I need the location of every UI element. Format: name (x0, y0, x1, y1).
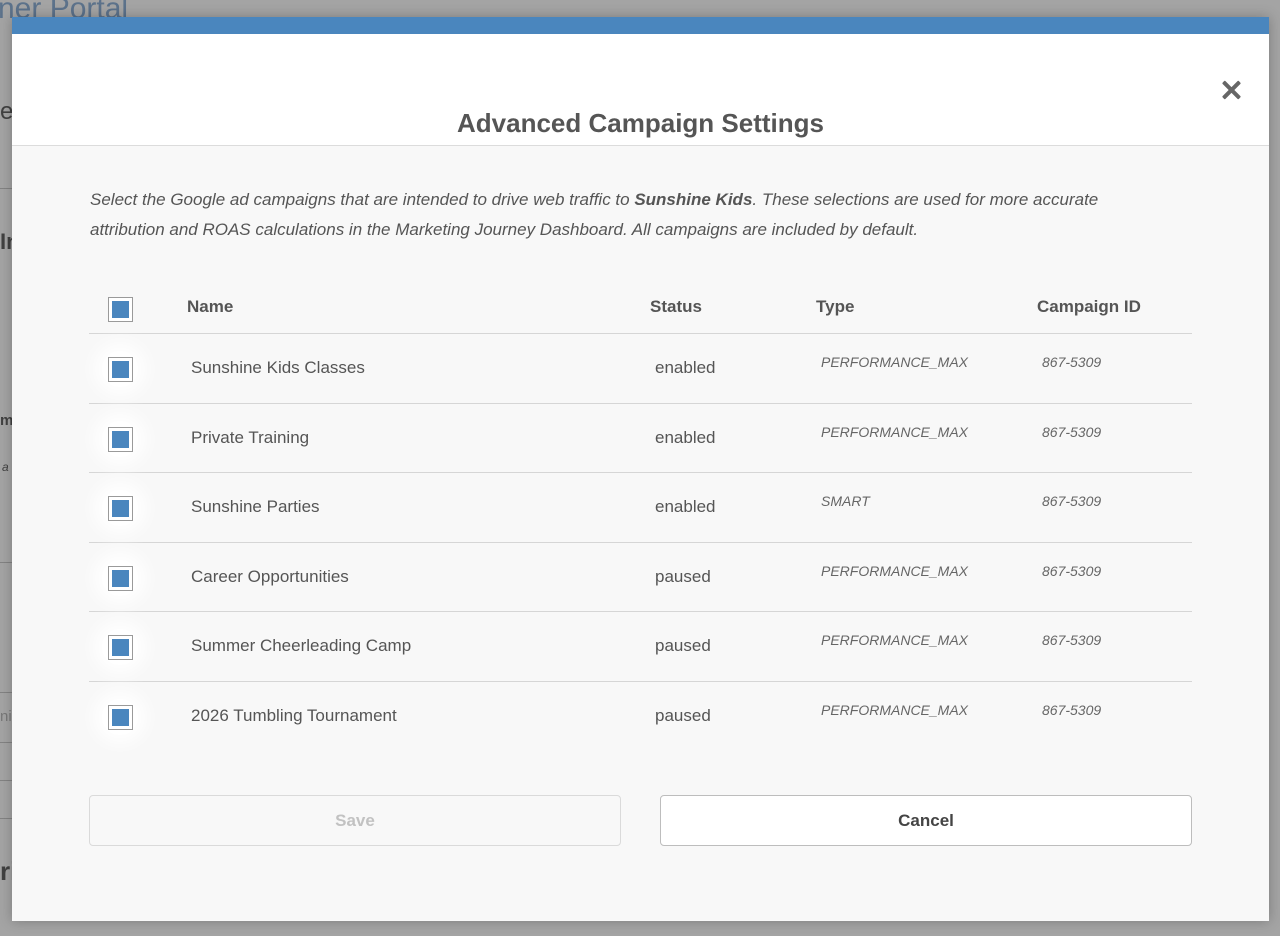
row-checkbox[interactable] (108, 704, 133, 730)
row-checkbox-wrap (102, 698, 138, 735)
select-all-checkbox[interactable] (108, 297, 133, 322)
modal-header: Advanced Campaign Settings (12, 34, 1269, 146)
checkbox-checked-mark (112, 708, 129, 726)
table-row: Summer Cheerleading Camp paused PERFORMA… (89, 612, 1192, 682)
row-checkbox[interactable] (108, 357, 133, 382)
table-row: Private Training enabled PERFORMANCE_MAX… (89, 404, 1192, 474)
campaign-id: 867-5309 (1042, 354, 1102, 370)
row-checkbox-wrap (102, 490, 138, 527)
campaign-type: PERFORMANCE_MAX (821, 632, 969, 649)
row-checkbox-wrap (102, 420, 138, 457)
close-icon[interactable] (1219, 78, 1243, 102)
table-row: Sunshine Kids Classes enabled PERFORMANC… (89, 334, 1192, 404)
campaign-status: paused (655, 566, 711, 586)
campaign-name: Summer Cheerleading Camp (191, 636, 412, 656)
row-checkbox[interactable] (108, 426, 133, 452)
checkbox-checked-mark (112, 361, 129, 378)
campaign-name: Sunshine Parties (191, 497, 320, 517)
column-header-status[interactable]: Status (650, 297, 702, 317)
campaign-status: enabled (655, 358, 716, 377)
campaign-name: Private Training (191, 427, 310, 447)
campaign-id: 867-5309 (1042, 423, 1102, 440)
modal-description: Select the Google ad campaigns that are … (90, 185, 1150, 245)
checkbox-checked-mark (112, 639, 129, 657)
campaign-status: enabled (655, 497, 716, 517)
campaign-id: 867-5309 (1042, 701, 1102, 718)
row-checkbox-wrap (102, 629, 138, 666)
column-header-campaign-id[interactable]: Campaign ID (1037, 297, 1141, 317)
description-text: Select the Google ad campaigns that are … (90, 190, 635, 209)
column-header-type[interactable]: Type (816, 297, 854, 317)
campaign-type: PERFORMANCE_MAX (821, 562, 969, 579)
table-header: Name Status Type Campaign ID (89, 287, 1192, 334)
description-brand: Sunshine Kids (634, 190, 753, 209)
advanced-campaign-settings-modal: Advanced Campaign Settings Select the Go… (12, 17, 1269, 921)
row-checkbox-wrap (102, 351, 138, 387)
campaign-id: 867-5309 (1042, 632, 1102, 649)
campaign-id: 867-5309 (1042, 562, 1102, 579)
campaign-type: PERFORMANCE_MAX (821, 701, 969, 718)
column-header-name[interactable]: Name (187, 297, 233, 317)
campaign-type: PERFORMANCE_MAX (821, 354, 969, 370)
campaign-name: 2026 Tumbling Tournament (191, 705, 397, 725)
checkbox-checked-mark (112, 301, 129, 318)
campaign-status: paused (655, 705, 711, 725)
select-all-checkbox-wrap (102, 291, 138, 327)
checkbox-checked-mark (112, 430, 129, 448)
campaign-name: Sunshine Kids Classes (191, 358, 365, 377)
modal-title: Advanced Campaign Settings (457, 108, 824, 138)
campaign-status: enabled (655, 427, 716, 447)
campaign-status: paused (655, 636, 711, 656)
table-row: Sunshine Parties enabled SMART 867-5309 (89, 473, 1192, 543)
campaign-type: SMART (821, 493, 870, 510)
campaign-name: Career Opportunities (191, 566, 349, 586)
table-row: Career Opportunities paused PERFORMANCE_… (89, 543, 1192, 613)
campaigns-table: Name Status Type Campaign ID Sunshine Ki… (89, 287, 1192, 752)
campaign-id: 867-5309 (1042, 493, 1102, 510)
save-button[interactable]: Save (89, 795, 621, 846)
campaign-type: PERFORMANCE_MAX (821, 423, 969, 440)
cancel-button[interactable]: Cancel (660, 795, 1192, 846)
checkbox-checked-mark (112, 569, 129, 587)
row-checkbox[interactable] (108, 635, 133, 661)
modal-accent-bar (12, 17, 1269, 34)
row-checkbox[interactable] (108, 565, 133, 591)
table-row: 2026 Tumbling Tournament paused PERFORMA… (89, 682, 1192, 752)
row-checkbox[interactable] (108, 496, 133, 522)
checkbox-checked-mark (112, 500, 129, 518)
row-checkbox-wrap (102, 559, 138, 596)
